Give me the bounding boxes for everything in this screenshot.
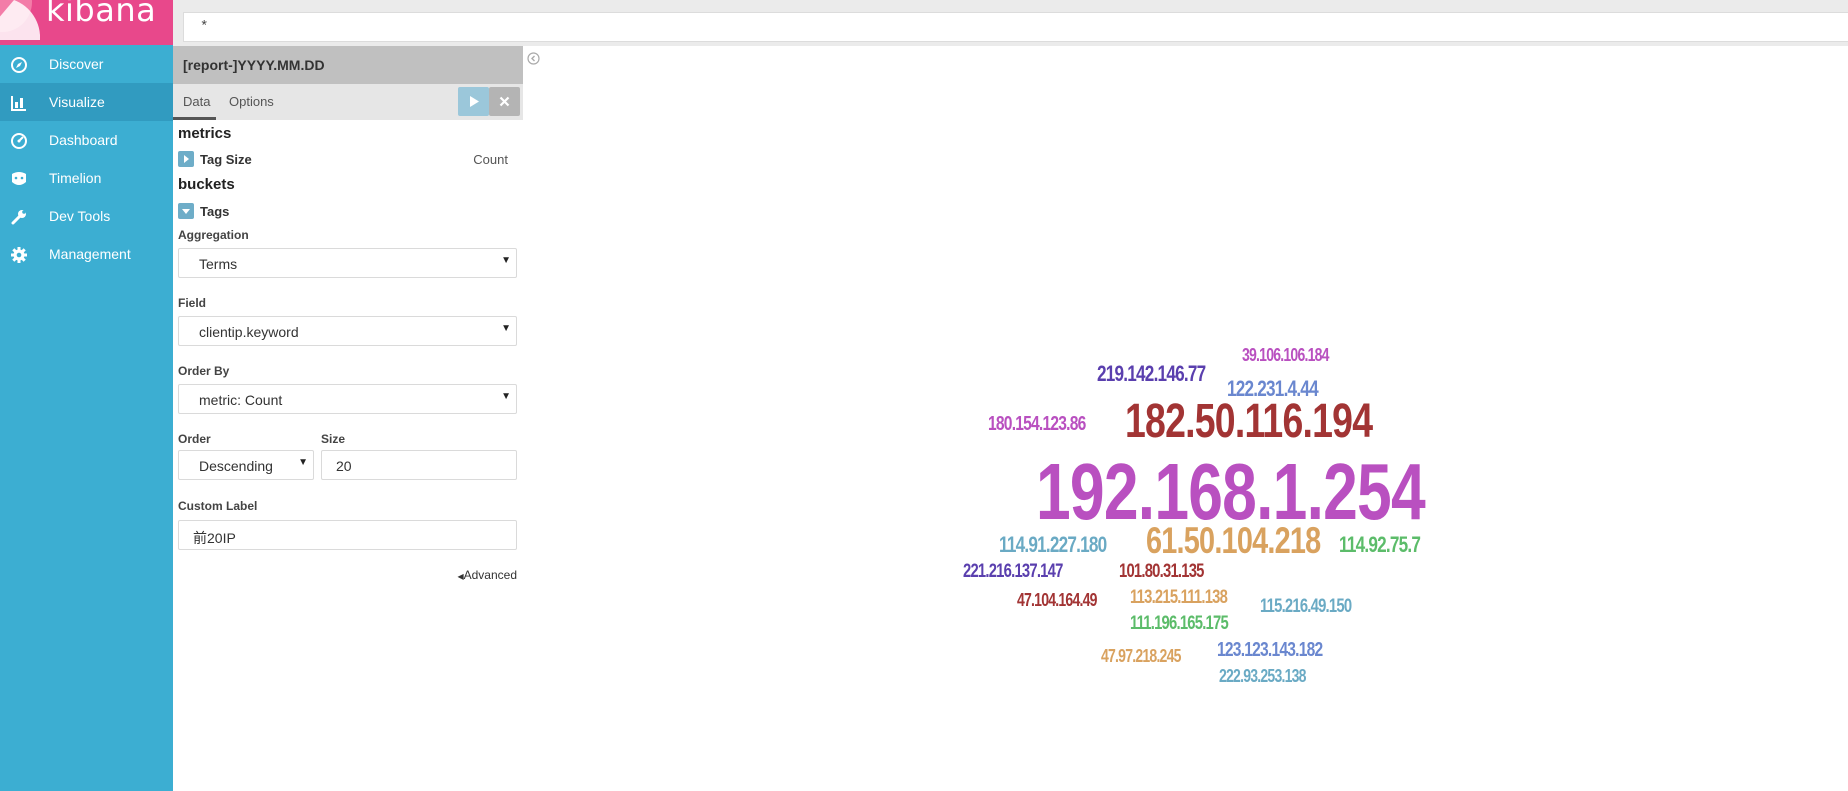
order-by-label: Order By	[178, 364, 230, 378]
play-icon	[470, 96, 479, 107]
tag-cloud-word[interactable]: 39.106.106.184	[1242, 346, 1329, 364]
dashboard-gauge-icon	[11, 133, 27, 149]
bucket-agg-header[interactable]: Tags	[178, 203, 518, 223]
size-label: Size	[321, 432, 346, 446]
chevron-down-icon: ▼	[501, 255, 511, 266]
tag-cloud-word[interactable]: 113.215.111.138	[1130, 588, 1228, 607]
kibana-logo-icon	[0, 0, 40, 40]
order-by-value: metric: Count	[199, 392, 283, 408]
custom-label-input[interactable]: 前20IP	[178, 520, 517, 550]
bucket-agg-label: Tags	[200, 204, 230, 219]
metric-agg-header[interactable]: Tag Size Count	[178, 151, 518, 171]
field-select[interactable]: clientip.keyword ▼	[178, 316, 517, 346]
tab-data[interactable]: Data	[183, 94, 210, 109]
metric-agg-label: Tag Size	[200, 152, 252, 167]
index-pattern-title: [report-]YYYY.MM.DD	[183, 57, 325, 73]
tag-cloud-word[interactable]: 114.91.227.180	[999, 534, 1107, 556]
tab-options[interactable]: Options	[229, 94, 274, 109]
vis-editor-sidebar: [report-]YYYY.MM.DD Data Options metrics…	[173, 46, 523, 791]
expand-toggle[interactable]	[178, 151, 194, 167]
active-tab-indicator	[173, 117, 216, 120]
close-icon	[499, 96, 510, 107]
tag-cloud-word[interactable]: 222.93.253.138	[1219, 667, 1306, 685]
order-value: Descending	[199, 458, 273, 474]
gear-icon	[11, 247, 27, 263]
order-select[interactable]: Descending ▼	[178, 450, 314, 480]
size-input[interactable]: 20	[321, 450, 517, 480]
collapse-sidebar-icon[interactable]	[527, 52, 540, 65]
tag-cloud-word[interactable]: 61.50.104.218	[1146, 522, 1321, 559]
field-value: clientip.keyword	[199, 324, 299, 340]
collapse-toggle[interactable]	[178, 203, 194, 219]
advanced-label: Advanced	[463, 568, 517, 582]
tag-cloud-word[interactable]: 219.142.146.77	[1097, 363, 1206, 385]
caret-right-icon	[184, 155, 189, 163]
query-bar: *	[173, 0, 1848, 46]
sidebar-item-label: Dev Tools	[49, 208, 111, 224]
field-label: Field	[178, 296, 207, 310]
metrics-section-title: metrics	[178, 125, 232, 142]
sidebar-item-dashboard[interactable]: Dashboard	[0, 121, 173, 159]
aggregation-value: Terms	[199, 256, 238, 272]
order-by-select[interactable]: metric: Count ▼	[178, 384, 517, 414]
bar-chart-icon	[11, 96, 26, 111]
tag-cloud: 192.168.1.254 182.50.116.194 61.50.104.2…	[545, 46, 1848, 791]
sidebar-item-visualize[interactable]: Visualize	[0, 83, 173, 121]
sidebar-item-label: Visualize	[49, 94, 105, 110]
sidebar-item-timelion[interactable]: Timelion	[0, 159, 173, 197]
custom-label-label: Custom Label	[178, 499, 258, 513]
timelion-icon	[12, 172, 26, 185]
query-input[interactable]: *	[183, 12, 1848, 42]
apply-changes-button[interactable]	[458, 87, 489, 116]
sidebar-item-label: Discover	[49, 56, 104, 72]
tag-cloud-word[interactable]: 115.216.49.150	[1260, 597, 1352, 616]
sidebar-item-label: Management	[49, 246, 131, 262]
metric-agg-value: Count	[473, 152, 508, 167]
compass-icon	[11, 57, 27, 73]
order-label: Order	[178, 432, 211, 446]
aggregation-label: Aggregation	[178, 228, 249, 242]
sidebar-item-label: Timelion	[49, 170, 102, 186]
custom-label-value: 前20IP	[193, 530, 236, 546]
index-pattern-header: [report-]YYYY.MM.DD	[173, 46, 523, 84]
sidebar-item-label: Dashboard	[49, 132, 118, 148]
tag-cloud-word[interactable]: 122.231.4.44	[1227, 378, 1319, 400]
sidebar-item-dev-tools[interactable]: Dev Tools	[0, 197, 173, 235]
aggregation-select[interactable]: Terms ▼	[178, 248, 517, 278]
sidebar: kibana Discover Visualize Dashboard Time…	[0, 0, 173, 791]
tag-cloud-word[interactable]: 182.50.116.194	[1125, 398, 1373, 446]
chevron-down-icon: ▼	[501, 391, 511, 402]
wrench-icon	[11, 210, 26, 225]
advanced-toggle-link[interactable]: ◀Advanced	[457, 568, 517, 582]
tag-cloud-word[interactable]: 47.97.218.245	[1101, 647, 1181, 665]
chevron-down-icon: ▼	[298, 457, 308, 468]
tag-cloud-word[interactable]: 101.80.31.135	[1119, 562, 1204, 581]
buckets-section-title: buckets	[178, 176, 235, 193]
query-value: *	[200, 19, 209, 35]
tag-cloud-word[interactable]: 123.123.143.182	[1217, 640, 1323, 660]
tag-cloud-word[interactable]: 47.104.164.49	[1017, 591, 1097, 609]
chevron-down-icon: ▼	[501, 323, 511, 334]
kibana-logo[interactable]: kibana	[0, 0, 173, 45]
logo-text: kibana	[46, 0, 157, 29]
tag-cloud-word[interactable]: 180.154.123.86	[988, 414, 1086, 434]
sidebar-item-management[interactable]: Management	[0, 235, 173, 273]
sidebar-item-discover[interactable]: Discover	[0, 45, 173, 83]
tag-cloud-word[interactable]: 114.92.75.7	[1339, 534, 1421, 556]
caret-down-icon	[182, 209, 190, 214]
tag-cloud-word[interactable]: 111.196.165.175	[1130, 614, 1229, 633]
tag-cloud-word[interactable]: 221.216.137.147	[963, 562, 1063, 581]
discard-changes-button[interactable]	[489, 87, 520, 116]
size-value: 20	[336, 458, 352, 474]
